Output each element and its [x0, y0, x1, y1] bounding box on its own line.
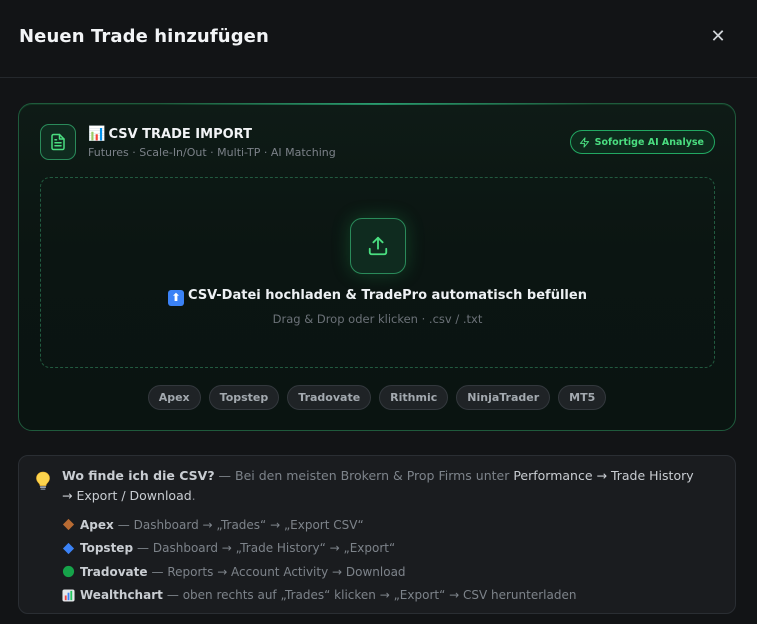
- broker-chip-topstep[interactable]: Topstep: [208, 385, 280, 410]
- dropzone-title-text: CSV-Datei hochladen & TradePro automatis…: [188, 288, 587, 303]
- dropzone-subtitle: Drag & Drop oder klicken · .csv / .txt: [272, 312, 483, 326]
- lightning-icon: [579, 136, 589, 148]
- step-path: — Reports → Account Activity → Download: [151, 564, 406, 579]
- broker-chip-ninjatrader[interactable]: NinjaTrader: [456, 385, 551, 410]
- step-path: — Dashboard → „Trade History“ → „Export“: [137, 541, 396, 556]
- broker-chip-rithmic[interactable]: Rithmic: [379, 385, 449, 410]
- file-text-icon: [40, 124, 76, 160]
- broker-chip-mt5[interactable]: MT5: [558, 385, 607, 410]
- list-item: Tradovate — Reports → Account Activity →…: [62, 560, 715, 584]
- modal-title: Neuen Trade hinzufügen: [19, 26, 269, 47]
- card-subtitle: Futures · Scale-In/Out · Multi-TP · AI M…: [88, 146, 336, 159]
- chart-icon: [62, 589, 75, 602]
- diamond-blue-icon: [62, 542, 75, 554]
- step-broker: Apex: [80, 517, 114, 532]
- card-title-text: CSV TRADE IMPORT: [108, 127, 252, 142]
- add-trade-modal: Neuen Trade hinzufügen ✕ 📊 CSV TRADE IMPO…: [0, 0, 757, 624]
- diamond-orange-icon: [62, 519, 75, 531]
- help-question: Wo finde ich die CSV?: [62, 468, 215, 483]
- card-header: 📊 CSV TRADE IMPORT Futures · Scale-In/Out…: [40, 124, 715, 162]
- badge-label: Sofortige AI Analyse: [594, 136, 704, 148]
- list-item: Topstep — Dashboard → „Trade History“ → …: [62, 537, 715, 561]
- list-item: Apex — Dashboard → „Trades“ → „Export CS…: [62, 513, 715, 537]
- ai-analysis-badge: Sofortige AI Analyse: [569, 130, 715, 154]
- up-arrow-icon: ⬆: [168, 290, 185, 306]
- csv-dropzone[interactable]: ⬆ CSV-Datei hochladen & TradePro automati…: [40, 177, 715, 368]
- modal-header: Neuen Trade hinzufügen ✕: [0, 0, 757, 78]
- circle-green-icon: [62, 566, 75, 578]
- help-text-suffix: .: [191, 488, 196, 503]
- broker-chip-apex[interactable]: Apex: [147, 385, 201, 410]
- card-title: 📊 CSV TRADE IMPORT: [88, 126, 252, 142]
- step-path: — oben rechts auf „Trades“ klicken → „Ex…: [166, 588, 577, 603]
- broker-steps-list: Apex — Dashboard → „Trades“ → „Export CS…: [62, 513, 715, 607]
- dropzone-title: ⬆ CSV-Datei hochladen & TradePro automati…: [168, 288, 587, 306]
- step-broker: Topstep: [80, 541, 134, 556]
- help-description: Wo finde ich die CSV? — Bei den meisten …: [62, 466, 705, 506]
- broker-chips: Apex Topstep Tradovate Rithmic NinjaTrad…: [19, 385, 735, 410]
- csv-help-card: Wo finde ich die CSV? — Bei den meisten …: [18, 455, 736, 614]
- broker-chip-tradovate[interactable]: Tradovate: [287, 385, 372, 410]
- chart-emoji-icon: 📊: [88, 126, 106, 142]
- step-broker: Tradovate: [80, 564, 148, 579]
- step-broker: Wealthchart: [80, 588, 163, 603]
- csv-import-card: 📊 CSV TRADE IMPORT Futures · Scale-In/Out…: [18, 103, 736, 431]
- step-path: — Dashboard → „Trades“ → „Export CSV“: [117, 517, 364, 532]
- list-item: Wealthchart — oben rechts auf „Trades“ k…: [62, 584, 715, 608]
- lightbulb-icon: [36, 471, 50, 490]
- close-icon[interactable]: ✕: [707, 26, 729, 48]
- help-text-prefix: — Bei den meisten Brokern & Prop Firms u…: [214, 468, 514, 483]
- upload-icon[interactable]: [349, 218, 406, 274]
